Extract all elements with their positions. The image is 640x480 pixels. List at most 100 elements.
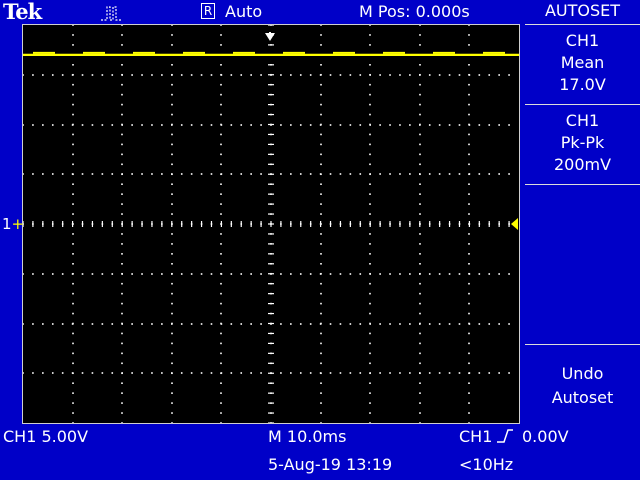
- graticule-dot: [309, 273, 312, 275]
- graticule-dot: [379, 372, 381, 374]
- date-time: 5-Aug-19 13:19: [268, 455, 393, 474]
- graticule-dot: [220, 302, 222, 305]
- graticule-dot: [349, 273, 352, 275]
- measure-2-box[interactable]: CH1 Pk-Pk 200mV: [525, 110, 640, 176]
- graticule-dot: [448, 173, 451, 175]
- graticule-dot: [61, 124, 64, 126]
- graticule-dot: [448, 124, 451, 126]
- graticule-dot: [121, 44, 123, 46]
- graticule-dot: [111, 273, 114, 275]
- graticule-dot: [320, 243, 322, 245]
- graticule-dot: [72, 83, 74, 86]
- graticule-dot: [488, 173, 491, 175]
- graticule-dot: [171, 323, 173, 325]
- graticule-dot: [180, 74, 183, 76]
- graticule-dot: [280, 124, 282, 126]
- graticule-dot: [171, 183, 173, 185]
- graticule-dot: [320, 213, 322, 215]
- graticule-dot: [399, 273, 401, 275]
- graticule-dot: [468, 203, 470, 205]
- graticule-dot: [121, 153, 123, 156]
- graticule-dot: [438, 372, 441, 374]
- graticule-dot: [419, 392, 421, 394]
- graticule-dot: [220, 273, 223, 275]
- graticule-dot: [309, 124, 312, 126]
- graticule-dot: [319, 323, 322, 325]
- graticule-dot: [220, 292, 222, 295]
- graticule-dot: [290, 124, 292, 126]
- graticule-dot: [468, 64, 470, 66]
- graticule-dot: [171, 74, 173, 76]
- graticule-dot: [121, 382, 123, 384]
- graticule-dot: [468, 253, 470, 255]
- graticule-dot: [200, 273, 203, 275]
- graticule-dot: [369, 323, 371, 325]
- graticule-dot: [71, 124, 74, 126]
- graticule-dot: [389, 173, 391, 175]
- graticule-dot: [220, 103, 222, 106]
- graticule-dot: [320, 183, 322, 185]
- graticule-dot: [280, 323, 282, 325]
- graticule-dot: [359, 74, 362, 76]
- graticule-dot: [369, 124, 371, 126]
- graticule-dot: [121, 93, 123, 96]
- graticule-dot: [369, 34, 371, 36]
- graticule-dot: [111, 372, 114, 374]
- graticule-dot: [369, 74, 371, 76]
- graticule-dot: [23, 323, 24, 325]
- graticule-dot: [488, 273, 491, 275]
- graticule-dot: [508, 124, 510, 126]
- graticule-dot: [468, 392, 470, 394]
- graticule-dot: [72, 282, 74, 285]
- graticule-dot: [71, 74, 74, 76]
- graticule-dot: [220, 143, 222, 146]
- graticule-dot: [299, 124, 302, 126]
- graticule-dot: [379, 273, 381, 275]
- graticule-dot: [61, 372, 64, 374]
- undo-autoset-button[interactable]: Undo Autoset: [525, 362, 640, 410]
- graticule-dot: [320, 163, 322, 166]
- trigger-state: Auto: [225, 2, 263, 21]
- graticule-dot: [121, 422, 123, 423]
- menu-title: AUTOSET: [544, 1, 621, 20]
- graticule-dot: [220, 332, 222, 335]
- graticule-dot: [121, 183, 123, 185]
- graticule-dot: [72, 233, 74, 235]
- graticule-dot: [72, 44, 74, 46]
- graticule-dot: [329, 372, 332, 374]
- trigger-position-marker: [264, 29, 276, 48]
- waveform-display: [22, 24, 520, 424]
- undo-label: Undo: [561, 364, 604, 383]
- graticule-dot: [72, 352, 74, 355]
- graticule-dot: [369, 352, 371, 355]
- graticule-dot: [131, 273, 133, 275]
- graticule-dot: [51, 74, 54, 76]
- graticule: [23, 25, 519, 423]
- graticule-dot: [171, 163, 173, 166]
- graticule-dot: [369, 342, 371, 345]
- graticule-dot: [121, 173, 123, 175]
- graticule-dot: [121, 25, 123, 26]
- graticule-dot: [220, 253, 222, 255]
- frequency-readout: <10Hz: [459, 455, 514, 474]
- measure-1-box[interactable]: CH1 Mean 17.0V: [525, 30, 640, 96]
- graticule-dot: [419, 233, 421, 235]
- graticule-dot: [200, 124, 203, 126]
- graticule-dot: [299, 74, 302, 76]
- graticule-dot: [320, 64, 322, 66]
- graticule-dot: [359, 372, 362, 374]
- graticule-dot: [121, 163, 123, 166]
- graticule-dot: [379, 173, 381, 175]
- graticule-dot: [349, 74, 352, 76]
- graticule-dot: [171, 113, 173, 116]
- graticule-dot: [320, 302, 322, 305]
- graticule-dot: [369, 173, 371, 175]
- graticule-dot: [419, 332, 421, 335]
- graticule-dot: [42, 74, 44, 76]
- graticule-dot: [508, 273, 510, 275]
- graticule-dot: [210, 273, 213, 275]
- graticule-dot: [508, 74, 510, 76]
- graticule-dot: [320, 402, 322, 404]
- graticule-dot: [171, 153, 173, 156]
- graticule-dot: [101, 173, 104, 175]
